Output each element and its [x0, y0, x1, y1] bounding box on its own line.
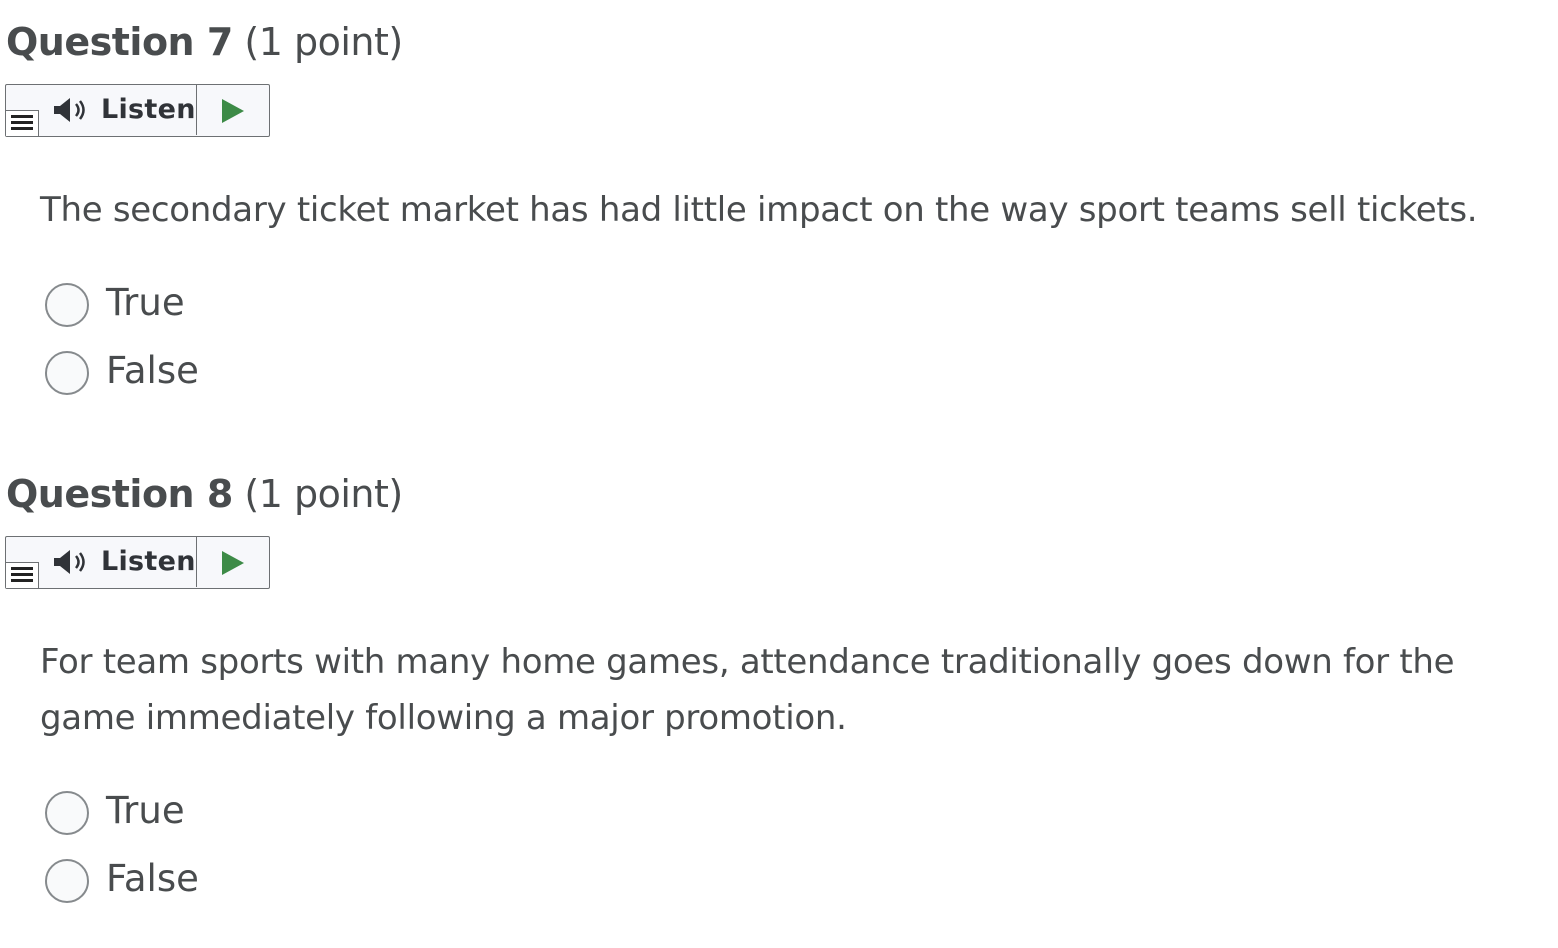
- question-heading: Question 8 (1 point): [6, 470, 403, 518]
- play-icon: [222, 99, 244, 123]
- question-text: The secondary ticket market has had litt…: [40, 190, 1478, 230]
- play-icon: [222, 551, 244, 575]
- play-button[interactable]: [196, 537, 269, 587]
- listen-label: Listen: [101, 94, 196, 125]
- radio-button[interactable]: [45, 351, 89, 395]
- question-points: (1 point): [244, 472, 403, 516]
- question-text: For team sports with many home games, at…: [40, 642, 1455, 738]
- question-title: Question 7: [6, 20, 233, 64]
- speaker-icon: [54, 98, 85, 122]
- option-label[interactable]: True: [106, 787, 185, 835]
- radio-button[interactable]: [45, 859, 89, 903]
- option-label[interactable]: False: [106, 855, 199, 903]
- question-heading: Question 7 (1 point): [6, 18, 403, 66]
- option-label[interactable]: True: [106, 279, 185, 327]
- listen-button[interactable]: Listen: [48, 85, 196, 135]
- listen-toolbar: Listen: [5, 84, 270, 137]
- play-button[interactable]: [196, 85, 269, 135]
- question-title: Question 8: [6, 472, 233, 516]
- radio-button[interactable]: [45, 791, 89, 835]
- menu-button[interactable]: [6, 562, 39, 588]
- quiz-page: Question 7 (1 point) Listen The secondar…: [0, 0, 1558, 948]
- option-label[interactable]: False: [106, 347, 199, 395]
- listen-toolbar: Listen: [5, 536, 270, 589]
- listen-label: Listen: [101, 546, 196, 577]
- radio-button[interactable]: [45, 283, 89, 327]
- speaker-icon: [54, 550, 85, 574]
- question-points: (1 point): [244, 20, 403, 64]
- menu-button[interactable]: [6, 110, 39, 136]
- listen-button[interactable]: Listen: [48, 537, 196, 587]
